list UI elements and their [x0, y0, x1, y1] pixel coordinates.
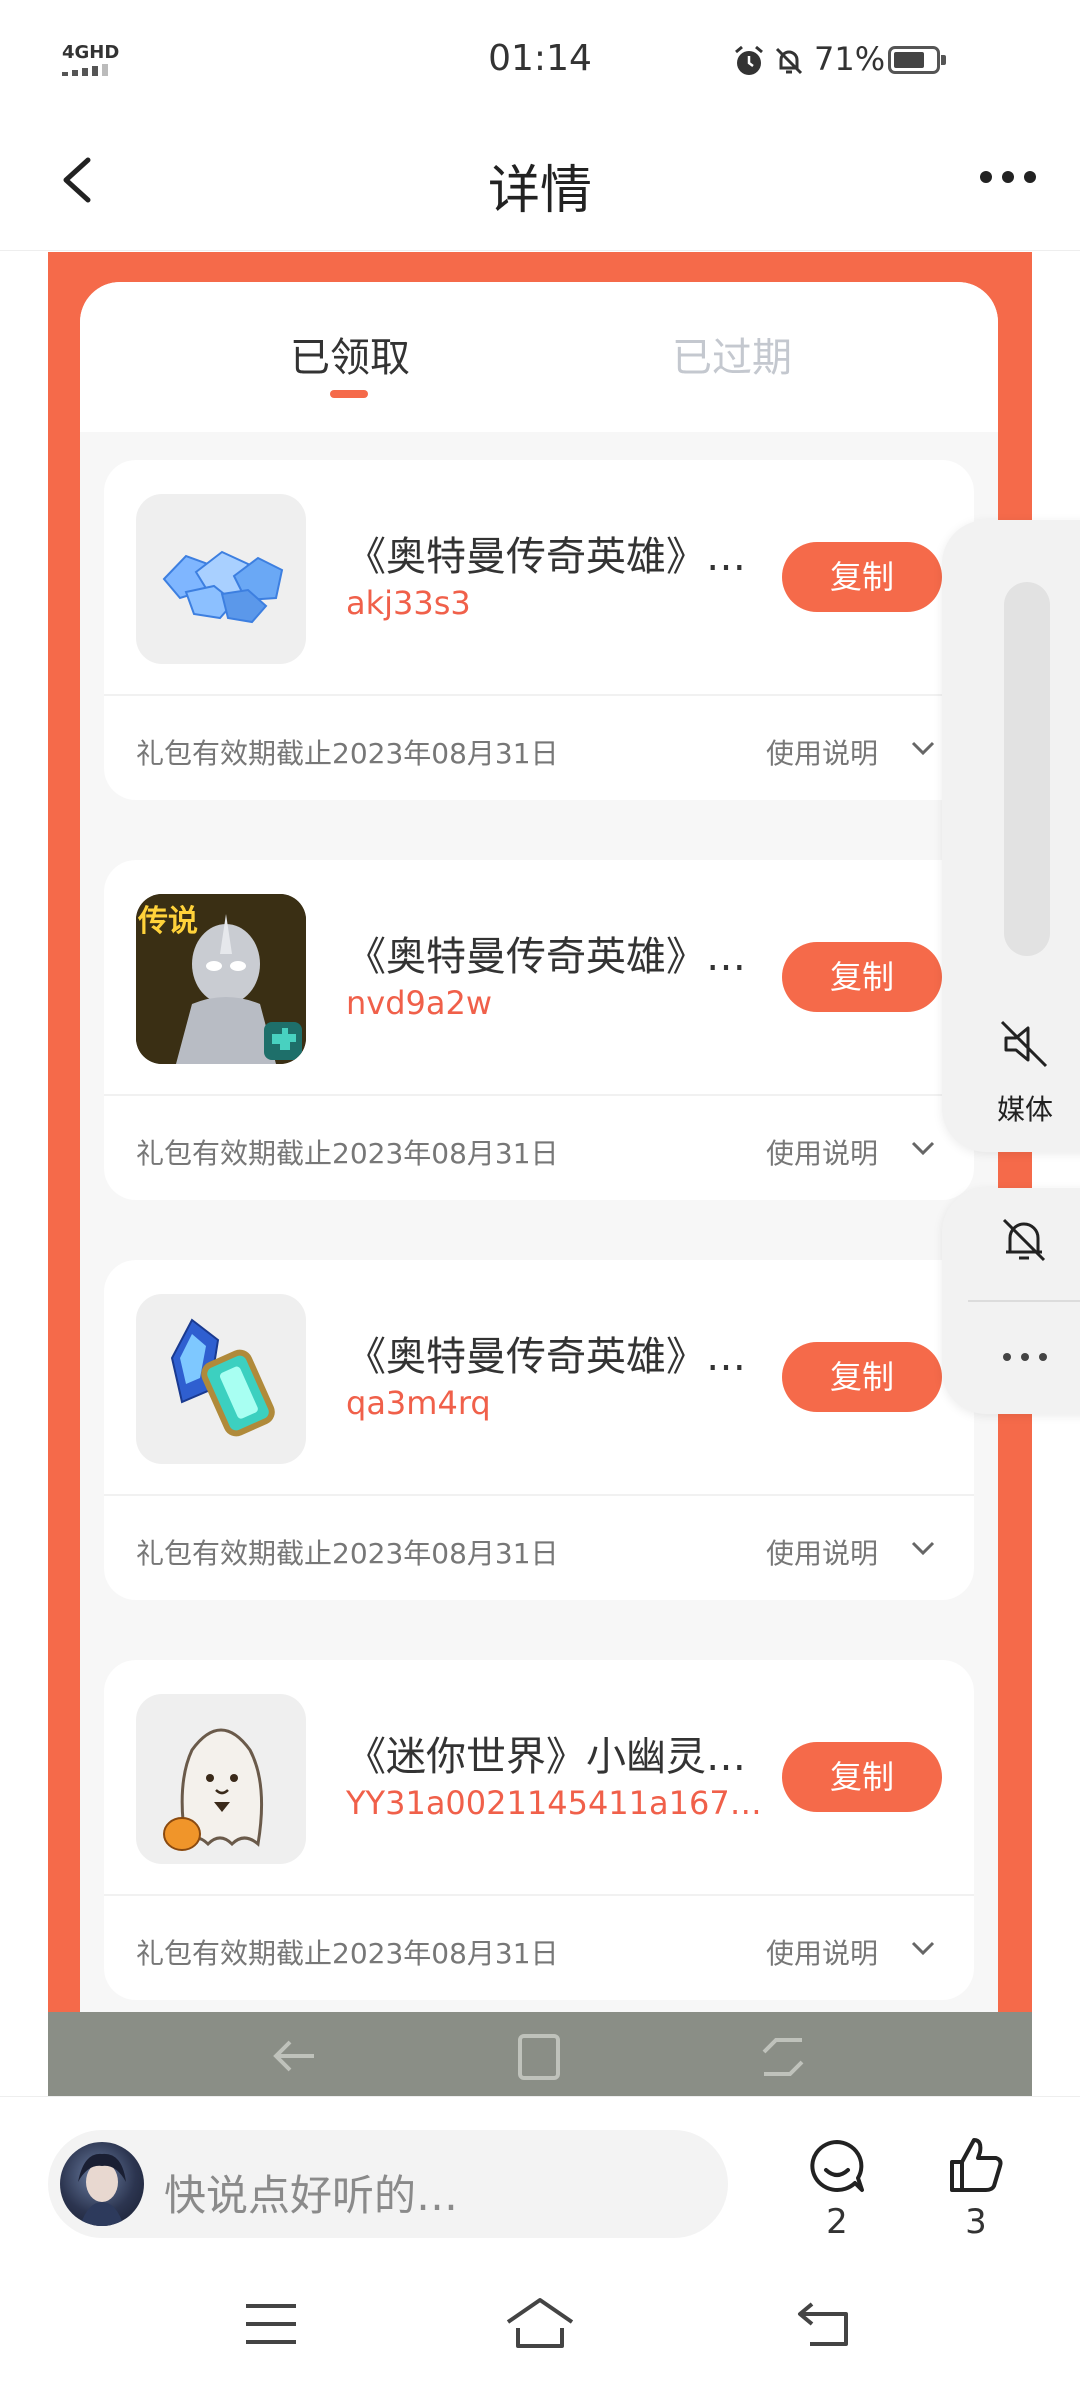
chevron-down-icon[interactable] [910, 1938, 936, 1958]
gift-card: 《迷你世界》小幽灵… YY31a0021145411a167… 复制 礼包有效期… [104, 1660, 974, 2000]
alarm-icon [735, 45, 763, 75]
comment-count: 2 [826, 2202, 848, 2242]
gift-name: 《奥特曼传奇英雄》… [346, 534, 746, 580]
tab-bar [80, 282, 998, 432]
back-gesture-icon[interactable] [270, 2032, 320, 2082]
gift-name: 《奥特曼传奇英雄》… [346, 1334, 746, 1380]
system-nav-bar [0, 2256, 1080, 2400]
home-icon[interactable] [504, 2296, 576, 2350]
gift-name: 《奥特曼传奇英雄》… [346, 934, 746, 980]
usage-instructions-link[interactable]: 使用说明 [766, 1532, 878, 1572]
little-ghost-icon [163, 1728, 264, 1851]
gift-expiry: 礼包有效期截止2023年08月31日 [136, 737, 559, 770]
mute-bell-icon [775, 47, 803, 75]
legend-badge: 传说 [138, 904, 198, 939]
more-options-icon[interactable] [976, 162, 1040, 192]
divider [104, 1494, 974, 1496]
chevron-down-icon[interactable] [910, 1138, 936, 1158]
media-label: 媒体 [996, 1093, 1053, 1126]
copy-button[interactable]: 复制 [782, 942, 942, 1012]
gift-card: 《奥特曼传奇英雄》… qa3m4rq 复制 礼包有效期截止2023年08月31日… [104, 1260, 974, 1600]
battery-icon [888, 46, 946, 74]
back-return-icon[interactable] [796, 2300, 850, 2348]
copy-button[interactable]: 复制 [782, 542, 942, 612]
gift-name: 《迷你世界》小幽灵… [346, 1734, 746, 1780]
gift-card: 《奥特曼传奇英雄》… akj33s3 复制 礼包有效期截止2023年08月31日… [104, 460, 974, 800]
bell-mute-icon[interactable] [996, 1212, 1052, 1268]
chevron-down-icon[interactable] [910, 738, 936, 758]
gift-thumbnail [136, 494, 306, 664]
battery-percent: 71% [814, 40, 886, 78]
speaker-mute-icon[interactable] [996, 1016, 1052, 1072]
embedded-nav-bar [48, 2012, 1032, 2096]
gift-thumbnail: 传说 [136, 894, 306, 1064]
tab-claimed[interactable]: 已领取 [290, 325, 410, 383]
crystal-scroll-icon [170, 1318, 275, 1437]
divider [968, 1300, 1080, 1302]
divider [104, 1094, 974, 1096]
usage-instructions-link[interactable]: 使用说明 [766, 1132, 878, 1172]
chevron-down-icon[interactable] [910, 1538, 936, 1558]
gift-thumbnail [136, 1294, 306, 1464]
menu-icon[interactable] [244, 2302, 298, 2346]
gift-expiry: 礼包有效期截止2023年08月31日 [136, 1537, 559, 1570]
divider [104, 1894, 974, 1896]
divider [104, 694, 974, 696]
usage-instructions-link[interactable]: 使用说明 [766, 1932, 878, 1972]
page-title: 详情 [487, 161, 592, 221]
comment-placeholder: 快说点好听的… [164, 2171, 459, 2220]
home-square-icon[interactable] [514, 2032, 564, 2082]
active-tab-indicator [330, 390, 368, 398]
thumbs-up-icon[interactable] [946, 2134, 1006, 2196]
gift-expiry: 礼包有效期截止2023年08月31日 [136, 1937, 559, 1970]
gift-card: 传说 《奥特曼传奇英雄》… nvd9a2w 复制 礼包有效期截止2023年08月… [104, 860, 974, 1200]
avatar[interactable] [60, 2142, 144, 2226]
usage-instructions-link[interactable]: 使用说明 [766, 732, 878, 772]
volume-slider[interactable] [1004, 582, 1050, 956]
copy-button[interactable]: 复制 [782, 1742, 942, 1812]
gift-expiry: 礼包有效期截止2023年08月31日 [136, 1137, 559, 1170]
gift-thumbnail [136, 1694, 306, 1864]
comment-icon[interactable] [806, 2136, 868, 2198]
like-count: 3 [965, 2202, 987, 2242]
recents-icon[interactable] [758, 2032, 808, 2082]
copy-button[interactable]: 复制 [782, 1342, 942, 1412]
more-dots-icon[interactable] [1000, 1350, 1050, 1364]
blue-gems-icon [162, 550, 284, 624]
tab-expired[interactable]: 已过期 [672, 325, 792, 383]
